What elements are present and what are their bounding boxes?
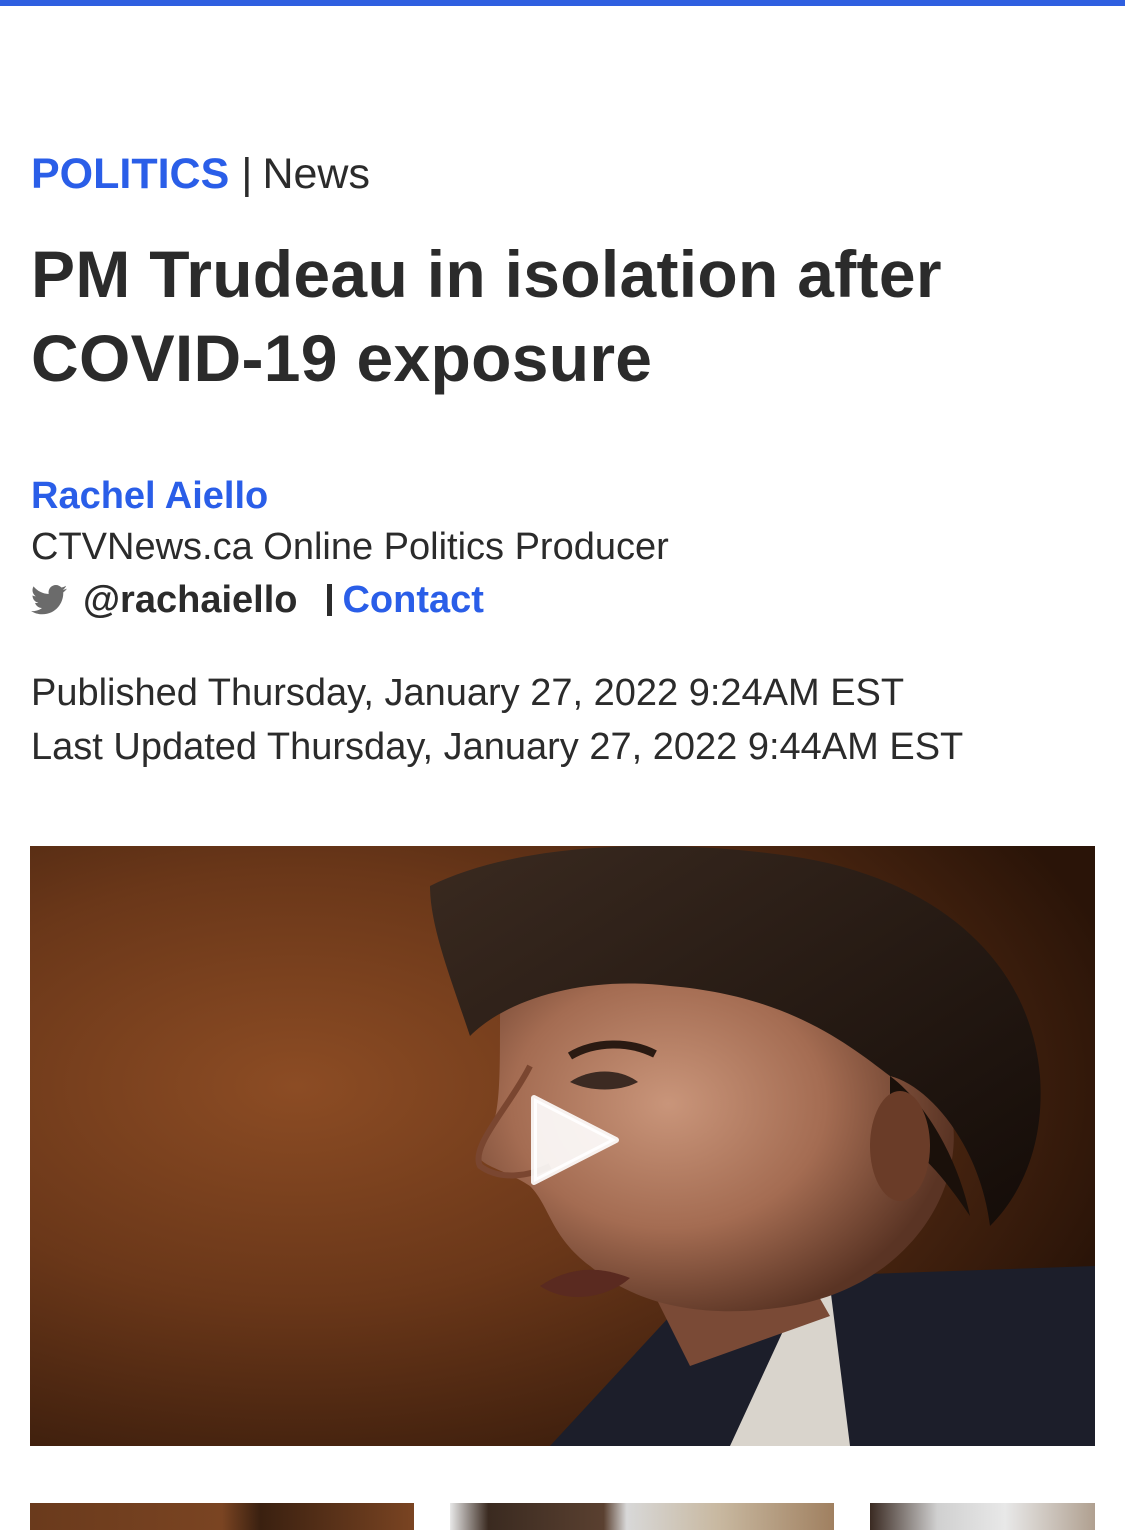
related-video-thumbnail[interactable]	[30, 1503, 414, 1530]
author-role: CTVNews.ca Online Politics Producer	[31, 526, 669, 568]
related-thumbnails	[30, 1503, 1095, 1530]
published-date: Published Thursday, January 27, 2022 9:2…	[31, 672, 905, 714]
play-icon	[531, 1095, 619, 1185]
subsection-label: News	[262, 150, 370, 198]
twitter-icon[interactable]	[31, 585, 67, 615]
related-video-thumbnail[interactable]	[870, 1503, 1095, 1530]
author-social: @rachaiello Contact	[31, 576, 484, 624]
article-headline: PM Trudeau in isolation after COVID-19 e…	[31, 237, 942, 395]
breadcrumb-separator: |	[241, 150, 253, 198]
related-video-thumbnail[interactable]	[450, 1503, 834, 1530]
contact-link[interactable]: Contact	[342, 579, 483, 622]
social-divider	[327, 584, 333, 616]
section-breadcrumb: POLITICS | News	[31, 148, 370, 200]
author-name-link[interactable]: Rachel Aiello	[31, 472, 268, 520]
play-button[interactable]	[530, 1094, 620, 1186]
updated-date: Last Updated Thursday, January 27, 2022 …	[31, 726, 964, 768]
reading-progress-bar	[0, 0, 1125, 6]
section-link[interactable]: POLITICS	[31, 150, 229, 198]
twitter-handle-link[interactable]: @rachaiello	[83, 579, 297, 622]
article-dates: Published Thursday, January 27, 2022 9:2…	[31, 666, 963, 774]
video-player[interactable]	[30, 846, 1095, 1446]
